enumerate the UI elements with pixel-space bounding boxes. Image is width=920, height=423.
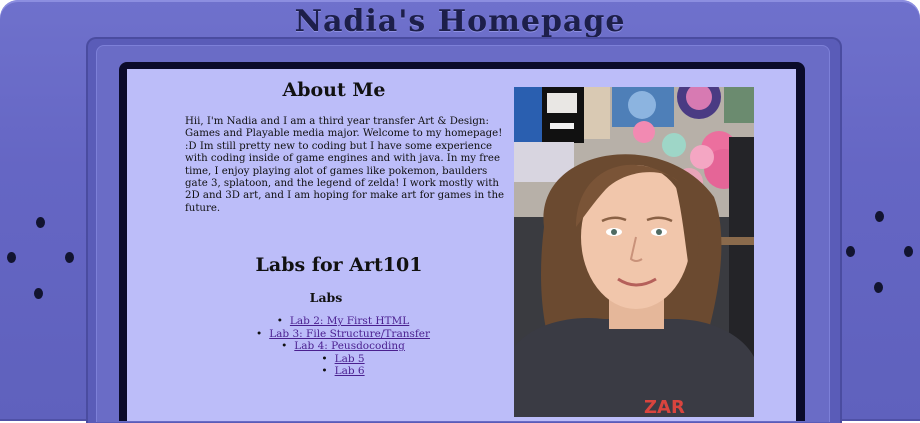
action-dot-bottom bbox=[874, 282, 883, 293]
labs-heading: Labs for Art101 bbox=[255, 254, 423, 276]
page-title: Nadia's Homepage bbox=[294, 4, 626, 39]
lab-2-link[interactable]: Lab 2: My First HTML bbox=[290, 315, 409, 327]
dpad-dot-up bbox=[36, 217, 45, 228]
screen-content: About Me Hii, I'm Nadia and I am a third… bbox=[127, 69, 796, 421]
dpad-dot-right bbox=[65, 252, 74, 263]
lab-5-link[interactable]: Lab 5 bbox=[335, 353, 365, 365]
console-frame: Nadia's Homepage About Me Hii, I'm Nadia… bbox=[0, 0, 920, 423]
lab-3-link[interactable]: Lab 3: File Structure/Transfer bbox=[269, 328, 430, 340]
action-dot-right bbox=[904, 246, 913, 257]
shirt-text: ZAR bbox=[644, 397, 685, 417]
profile-photo-illustration: ZAR bbox=[514, 87, 754, 417]
labs-subheading: Labs bbox=[309, 290, 343, 305]
lab-4-link[interactable]: Lab 4: Peusdocoding bbox=[294, 340, 405, 352]
labs-list: Lab 2: My First HTML Lab 3: File Structu… bbox=[255, 315, 431, 378]
action-dot-left bbox=[846, 246, 855, 257]
about-body: Hii, I'm Nadia and I am a third year tra… bbox=[185, 116, 505, 214]
list-item: Lab 3: File Structure/Transfer bbox=[255, 328, 431, 341]
list-item: Lab 6 bbox=[255, 365, 431, 378]
list-item: Lab 4: Peusdocoding bbox=[255, 340, 431, 353]
list-item: Lab 5 bbox=[255, 353, 431, 366]
action-dot-top bbox=[875, 211, 884, 222]
dpad-dot-left bbox=[7, 252, 16, 263]
dpad-dot-down bbox=[34, 288, 43, 299]
profile-photo: ZAR bbox=[514, 87, 754, 417]
list-item: Lab 2: My First HTML bbox=[255, 315, 431, 328]
about-heading: About Me bbox=[282, 79, 386, 101]
lab-6-link[interactable]: Lab 6 bbox=[335, 365, 365, 377]
